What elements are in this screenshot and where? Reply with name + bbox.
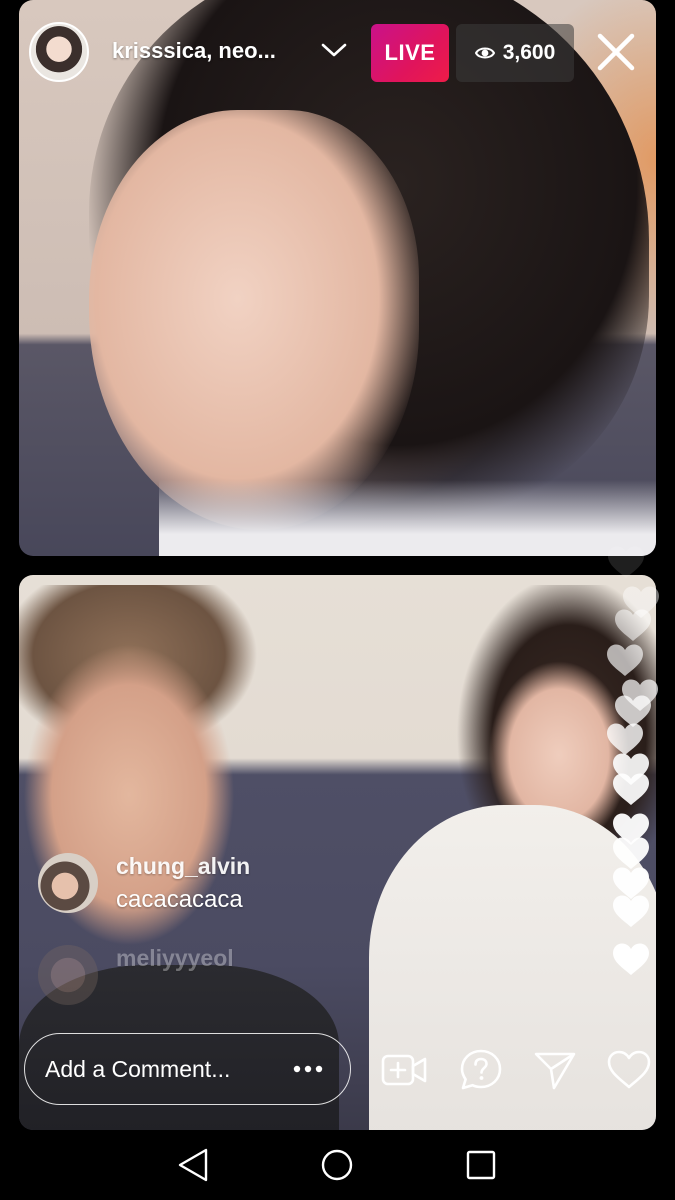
floating-heart-icon — [612, 772, 650, 806]
comment-username[interactable]: meliyyyeol — [116, 945, 234, 972]
comment-avatar[interactable] — [38, 853, 98, 913]
recents-square-icon[interactable] — [461, 1146, 501, 1184]
viewer-count: 3,600 — [502, 41, 556, 64]
host-video-sweater — [159, 480, 656, 556]
comment-item[interactable]: meliyyyeol — [38, 945, 234, 1005]
eye-icon — [474, 47, 495, 59]
host-avatar[interactable] — [29, 22, 89, 82]
floating-heart-icon — [606, 722, 644, 756]
floating-heart-icon — [614, 608, 652, 642]
send-icon[interactable] — [532, 1048, 578, 1092]
chevron-down-icon[interactable] — [320, 40, 348, 60]
floating-heart-icon — [606, 643, 644, 677]
live-badge: LIVE — [371, 24, 449, 82]
host-video-panel[interactable] — [19, 0, 656, 556]
host-video-face — [89, 110, 419, 530]
floating-heart-icon — [612, 836, 650, 870]
floating-heart-icon — [607, 545, 645, 579]
more-icon[interactable] — [292, 1064, 324, 1074]
back-triangle-icon[interactable] — [174, 1146, 214, 1184]
home-circle-icon[interactable] — [317, 1146, 357, 1184]
comment-input-placeholder: Add a Comment... — [45, 1055, 231, 1082]
host-name[interactable]: krisssica, neo... — [112, 38, 276, 64]
comment-item[interactable]: chung_alvin cacacacaca — [38, 853, 250, 914]
floating-heart-icon — [612, 894, 650, 928]
comment-message: cacacacaca — [116, 886, 243, 913]
viewer-count-pill[interactable]: 3,600 — [456, 24, 574, 82]
comment-avatar[interactable] — [38, 945, 98, 1005]
close-icon[interactable] — [594, 30, 638, 74]
question-icon[interactable] — [458, 1048, 504, 1092]
comment-username[interactable]: chung_alvin — [116, 853, 250, 880]
add-video-icon[interactable] — [381, 1048, 427, 1092]
floating-heart-icon — [612, 942, 650, 976]
comment-input[interactable]: Add a Comment... — [24, 1033, 351, 1105]
heart-icon[interactable] — [606, 1048, 652, 1092]
